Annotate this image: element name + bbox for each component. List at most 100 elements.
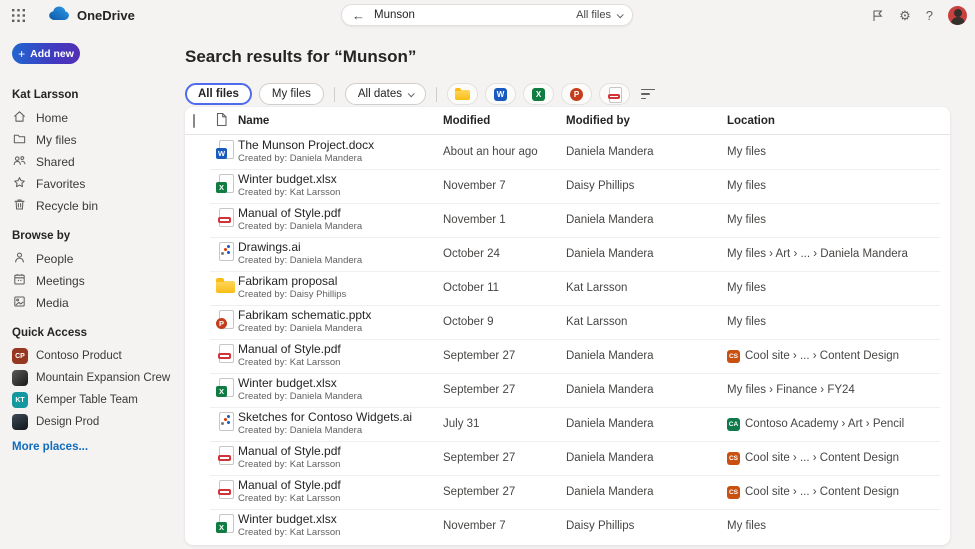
excel-file-icon	[215, 377, 237, 399]
trash-icon	[12, 197, 27, 215]
help-icon[interactable]: ?	[926, 9, 933, 22]
location-cell[interactable]: My files	[727, 180, 950, 192]
sidebar-item-recycle-bin[interactable]: Recycle bin	[12, 195, 177, 217]
location-cell[interactable]: CS Cool site › ... › Content Design	[727, 349, 950, 363]
table-row[interactable]: Drawings.ai Created by: Daniela Mandera …	[185, 237, 950, 271]
location-cell[interactable]: My files	[727, 214, 950, 226]
quick-access-item-kemper-table-team[interactable]: KT Kemper Table Team	[12, 389, 177, 411]
file-name[interactable]: The Munson Project.docx	[238, 139, 443, 152]
sidebar-item-meetings[interactable]: Meetings	[12, 270, 177, 292]
table-row[interactable]: Sketches for Contoso Widgets.ai Created …	[185, 407, 950, 441]
location-breadcrumb: My files › Finance › FY24	[727, 384, 855, 396]
file-name[interactable]: Manual of Style.pdf	[238, 343, 443, 356]
calendar-icon	[12, 272, 27, 290]
column-header-modified[interactable]: Modified	[443, 115, 566, 127]
filter-type-word-button[interactable]: W	[485, 83, 516, 105]
sidebar-item-shared[interactable]: Shared	[12, 151, 177, 173]
modified-by: Daisy Phillips	[566, 520, 635, 532]
location-cell[interactable]: My files › Art › ... › Daniela Mandera	[727, 248, 950, 260]
sidebar-item-home[interactable]: Home	[12, 107, 177, 129]
filter-type-folder-button[interactable]	[447, 83, 478, 105]
sidebar-item-my-files[interactable]: My files	[12, 129, 177, 151]
file-name[interactable]: Sketches for Contoso Widgets.ai	[238, 411, 443, 424]
top-bar: OneDrive ← Munson All files ⚙ ?	[0, 0, 975, 30]
sidebar-item-media[interactable]: Media	[12, 292, 177, 314]
search-input[interactable]: Munson	[374, 9, 576, 21]
modified-date: September 27	[443, 486, 516, 498]
sidebar-user-name: Kat Larsson	[12, 89, 79, 101]
location-site-badge: CS	[727, 349, 740, 363]
quick-access-item-contoso-product[interactable]: CP Contoso Product	[12, 345, 177, 367]
location-cell[interactable]: My files	[727, 282, 950, 294]
table-row[interactable]: Fabrikam proposal Created by: Daisy Phil…	[185, 271, 950, 305]
filter-type-excel-button[interactable]: X	[523, 83, 554, 105]
sidebar-item-favorites[interactable]: Favorites	[12, 173, 177, 195]
table-row[interactable]: The Munson Project.docx Created by: Dani…	[185, 135, 950, 169]
location-cell[interactable]: CS Cool site › ... › Content Design	[727, 451, 950, 465]
feedback-flag-icon[interactable]	[871, 9, 884, 22]
table-row[interactable]: Manual of Style.pdf Created by: Kat Lars…	[185, 441, 950, 475]
table-row[interactable]: Manual of Style.pdf Created by: Kat Lars…	[185, 475, 950, 509]
modified-date: November 1	[443, 214, 506, 226]
modified-by: Daniela Mandera	[566, 384, 654, 396]
file-created-by: Created by: Kat Larsson	[238, 493, 341, 504]
ppt-file-icon	[215, 309, 237, 331]
table-row[interactable]: Winter budget.xlsx Created by: Daniela M…	[185, 373, 950, 407]
search-scope-dropdown[interactable]: All files	[576, 9, 624, 21]
location-cell[interactable]: My files	[727, 146, 950, 158]
location-cell[interactable]: CS Cool site › ... › Content Design	[727, 485, 950, 499]
filter-pill-all-dates[interactable]: All dates	[344, 83, 426, 105]
app-launcher-waffle-icon[interactable]	[10, 7, 26, 23]
column-header-location[interactable]: Location	[727, 115, 950, 127]
more-places-link[interactable]: More places...	[12, 441, 177, 453]
file-type-column-icon[interactable]	[215, 112, 238, 130]
table-row[interactable]: Manual of Style.pdf Created by: Kat Lars…	[185, 339, 950, 373]
file-name[interactable]: Winter budget.xlsx	[238, 173, 443, 186]
filter-type-pdf-button[interactable]	[599, 83, 630, 105]
file-created-by: Created by: Daniela Mandera	[238, 391, 363, 402]
filters-icon[interactable]	[641, 88, 655, 100]
settings-gear-icon[interactable]: ⚙	[899, 9, 911, 22]
search-back-arrow-icon[interactable]: ←	[352, 9, 365, 22]
file-name[interactable]: Manual of Style.pdf	[238, 479, 443, 492]
file-name[interactable]: Manual of Style.pdf	[238, 207, 443, 220]
select-all-checkbox[interactable]	[193, 113, 195, 128]
user-avatar[interactable]	[948, 5, 967, 25]
column-header-modified-by[interactable]: Modified by	[566, 115, 727, 127]
file-name[interactable]: Drawings.ai	[238, 241, 443, 254]
location-cell[interactable]: My files	[727, 520, 950, 532]
sidebar-nav: Home My files Shared Favorites Recycle b…	[12, 107, 177, 217]
site-avatar	[12, 414, 28, 430]
table-row[interactable]: Winter budget.xlsx Created by: Kat Larss…	[185, 169, 950, 203]
file-name[interactable]: Fabrikam proposal	[238, 275, 443, 288]
add-new-button[interactable]: + Add new	[12, 43, 80, 64]
quick-access-item-design-prod[interactable]: Design Prod	[12, 411, 177, 433]
filter-pill-all-files[interactable]: All files	[185, 83, 252, 105]
powerpoint-icon: P	[570, 87, 583, 101]
location-cell[interactable]: CA Contoso Academy › Art › Pencil	[727, 417, 950, 431]
location-cell[interactable]: My files	[727, 316, 950, 328]
main-content: Search results for “Munson” All files My…	[185, 30, 975, 549]
table-row[interactable]: Fabrikam schematic.pptx Created by: Dani…	[185, 305, 950, 339]
filter-type-powerpoint-button[interactable]: P	[561, 83, 592, 105]
brand[interactable]: OneDrive	[48, 6, 135, 25]
topbar-actions: ⚙ ?	[871, 0, 967, 30]
star-icon	[12, 175, 27, 193]
site-avatar: CP	[12, 348, 28, 364]
table-row[interactable]: Winter budget.xlsx Created by: Kat Larss…	[185, 509, 950, 543]
sidebar-item-people[interactable]: People	[12, 248, 177, 270]
modified-by: Kat Larsson	[566, 316, 628, 328]
excel-icon: X	[532, 87, 545, 101]
quick-access-item-mountain-expansion-crew[interactable]: Mountain Expansion Crew	[12, 367, 177, 389]
location-site-badge: CS	[727, 485, 740, 499]
file-name[interactable]: Fabrikam schematic.pptx	[238, 309, 443, 322]
search-box[interactable]: ← Munson All files	[341, 4, 633, 26]
column-header-name[interactable]: Name	[238, 115, 443, 127]
file-name[interactable]: Manual of Style.pdf	[238, 445, 443, 458]
table-row[interactable]: Manual of Style.pdf Created by: Daniela …	[185, 203, 950, 237]
location-cell[interactable]: My files › Finance › FY24	[727, 384, 950, 396]
filter-pill-my-files[interactable]: My files	[258, 83, 324, 105]
file-name[interactable]: Winter budget.xlsx	[238, 377, 443, 390]
folder-file-icon	[215, 275, 237, 297]
file-name[interactable]: Winter budget.xlsx	[238, 513, 443, 526]
